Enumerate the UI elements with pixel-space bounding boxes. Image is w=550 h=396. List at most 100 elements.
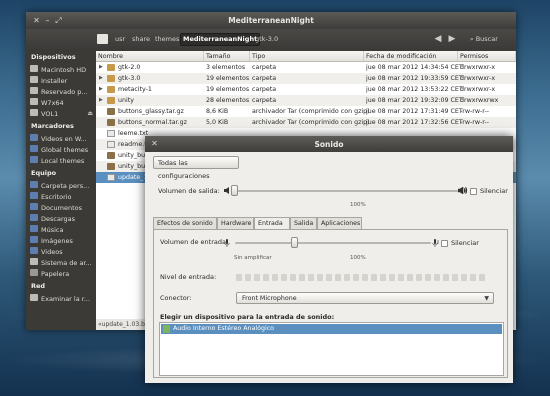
- table-row[interactable]: ▶ metacity-1 19 elementos carpeta jue 08…: [96, 84, 516, 95]
- level-segment: [245, 274, 251, 281]
- sidebar-heading-devices: Dispositivos: [31, 53, 76, 61]
- folder-icon: [107, 64, 115, 71]
- eject-icon[interactable]: ⏏: [87, 109, 93, 119]
- input-volume-slider[interactable]: [290, 237, 298, 248]
- output-volume-slider[interactable]: [231, 185, 238, 196]
- sidebar-item-filesystem[interactable]: Sistema de ar...: [30, 258, 94, 268]
- breadcrumb-usr[interactable]: usr: [112, 33, 128, 46]
- desktop-folder-icon: [30, 192, 38, 199]
- column-header-permissions[interactable]: Permisos: [458, 51, 516, 62]
- chevron-down-icon: ▼: [484, 295, 489, 302]
- breadcrumb-current[interactable]: MediterraneanNight: [180, 33, 261, 46]
- sidebar-item-documents[interactable]: Documentos: [30, 203, 94, 213]
- sidebar-item-music[interactable]: Música: [30, 225, 94, 235]
- input-volume-track[interactable]: [235, 242, 431, 244]
- column-header-type[interactable]: Tipo: [250, 51, 364, 62]
- sidebar-heading-network: Red: [31, 282, 46, 290]
- speaker-low-icon: [224, 187, 230, 194]
- expand-arrow-icon[interactable]: ▶: [99, 95, 103, 106]
- input-100-percent: 100%: [350, 255, 366, 261]
- column-header-name[interactable]: Nombre: [96, 51, 204, 62]
- sidebar-item-downloads[interactable]: Descargas: [30, 214, 94, 224]
- sidebar-item-w7x64[interactable]: W7x64: [30, 98, 94, 108]
- table-row[interactable]: buttons_glassy.tar.gz 8,6 KiB archivador…: [96, 106, 516, 117]
- list-item[interactable]: Audio Interno Estéreo Analógico: [161, 324, 502, 334]
- level-segment: [380, 274, 386, 281]
- sidebar-item-installer[interactable]: Installer: [30, 76, 94, 86]
- forward-arrow-icon[interactable]: ▶: [447, 34, 457, 45]
- level-segment: [470, 274, 476, 281]
- file-manager-titlebar[interactable]: ✕ – ⤢ MediterraneanNight: [26, 12, 516, 29]
- archive-icon: [107, 108, 115, 115]
- connector-dropdown[interactable]: Front Microphone ▼: [236, 292, 494, 304]
- sidebar-item-vol1[interactable]: VOL1 ⏏: [30, 109, 94, 119]
- level-segment: [371, 274, 377, 281]
- sidebar-item-pictures[interactable]: Imágenes: [30, 236, 94, 246]
- level-segment: [416, 274, 422, 281]
- home-folder-icon: [30, 181, 38, 188]
- archive-icon: [107, 163, 115, 170]
- drive-icon[interactable]: [97, 34, 108, 44]
- all-settings-button[interactable]: Todas las configuraciones: [153, 156, 239, 180]
- sidebar-item-trash[interactable]: Papelera: [30, 269, 94, 279]
- trash-icon: [30, 269, 38, 276]
- mute-output-label: Silenciar: [480, 187, 508, 195]
- breadcrumb-share[interactable]: share: [129, 33, 153, 46]
- microphone-high-icon: [432, 239, 439, 247]
- drive-icon: [30, 109, 38, 116]
- level-segment: [461, 274, 467, 281]
- mute-output-checkbox[interactable]: [470, 188, 477, 195]
- mute-input-label: Silenciar: [451, 239, 479, 247]
- mute-input-checkbox[interactable]: [441, 240, 448, 247]
- folder-icon: [30, 145, 38, 152]
- downloads-folder-icon: [30, 214, 38, 221]
- tab-output[interactable]: Salida: [290, 217, 317, 229]
- level-segment: [353, 274, 359, 281]
- expand-arrow-icon[interactable]: ▶: [99, 84, 103, 95]
- table-row[interactable]: ▶ unity 28 elementos carpeta jue 08 mar …: [96, 95, 516, 106]
- sound-card-icon: [163, 325, 170, 333]
- sidebar-item-videos-en-w[interactable]: Videos en W...: [30, 134, 94, 144]
- level-segment: [407, 274, 413, 281]
- sidebar-heading-computer: Equipo: [31, 169, 57, 177]
- level-segment: [389, 274, 395, 281]
- sidebar-item-home[interactable]: Carpeta pers...: [30, 181, 94, 191]
- breadcrumb-gtk3[interactable]: gtk-3.0: [252, 33, 281, 46]
- text-file-icon: [107, 174, 115, 181]
- input-panel: Volumen de entrada: Sin amplificar 100% …: [153, 229, 508, 378]
- sidebar-item-global-themes[interactable]: Global themes: [30, 145, 94, 155]
- videos-folder-icon: [30, 247, 38, 254]
- sidebar-item-macintosh-hd[interactable]: Macintosh HD: [30, 65, 94, 75]
- table-row[interactable]: ▶ gtk-2.0 3 elementos carpeta jue 08 mar…: [96, 62, 516, 73]
- search-label: Buscar: [475, 35, 498, 43]
- sidebar-item-local-themes[interactable]: Local themes: [30, 156, 94, 166]
- network-icon: [30, 294, 38, 301]
- input-level-meter: [236, 274, 491, 281]
- expand-arrow-icon[interactable]: ▶: [99, 62, 103, 73]
- tab-hardware[interactable]: Hardware: [217, 217, 254, 229]
- breadcrumb-themes[interactable]: themes: [152, 33, 182, 46]
- table-row[interactable]: buttons_normal.tar.gz 5,0 KiB archivador…: [96, 117, 516, 128]
- sidebar-item-desktop[interactable]: Escritorio: [30, 192, 94, 202]
- column-header-size[interactable]: Tamaño: [204, 51, 250, 62]
- folder-icon: [30, 156, 38, 163]
- connector-value: Front Microphone: [242, 295, 297, 302]
- column-header-date[interactable]: Fecha de modificación: [364, 51, 458, 62]
- level-segment: [335, 274, 341, 281]
- level-segment: [299, 274, 305, 281]
- sidebar-heading-bookmarks: Marcadores: [31, 122, 74, 130]
- sidebar-item-browse-network[interactable]: Examinar la r...: [30, 294, 94, 304]
- output-100-percent: 100%: [350, 202, 366, 208]
- sound-titlebar[interactable]: ✕ Sonido: [145, 136, 513, 152]
- tab-applications[interactable]: Aplicaciones: [317, 217, 362, 229]
- level-segment: [443, 274, 449, 281]
- table-row[interactable]: ▶ gtk-3.0 19 elementos carpeta jue 08 ma…: [96, 73, 516, 84]
- sidebar-item-reservado[interactable]: Reservado p...: [30, 87, 94, 97]
- output-volume-track[interactable]: [234, 190, 459, 192]
- sidebar-item-videos[interactable]: Videos: [30, 247, 94, 257]
- tab-sound-effects[interactable]: Efectos de sonido: [153, 217, 217, 229]
- back-arrow-icon[interactable]: ◀: [433, 34, 443, 45]
- expand-arrow-icon[interactable]: ▶: [99, 73, 103, 84]
- search-button[interactable]: ⌕ Buscar: [470, 33, 498, 46]
- window-title: Sonido: [314, 140, 344, 149]
